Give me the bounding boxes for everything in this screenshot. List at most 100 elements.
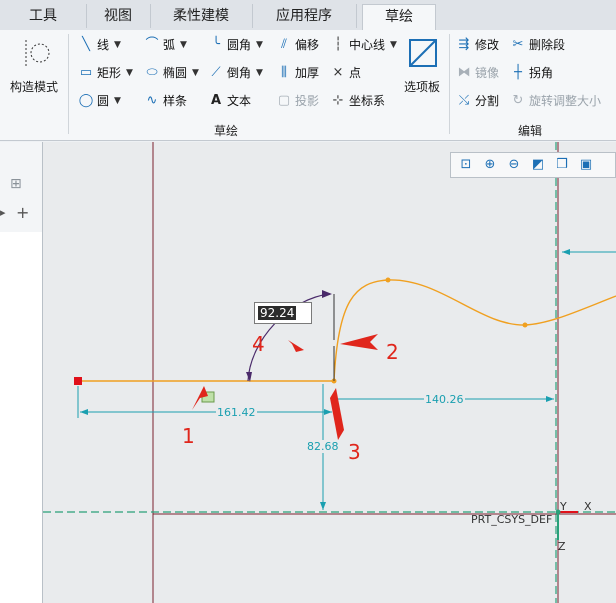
chamfer-icon: ⟋ xyxy=(211,65,221,80)
layer-tree-icon[interactable]: ⊞ xyxy=(10,176,22,192)
chevron-down-icon: ▼ xyxy=(114,96,121,106)
model-tree-list xyxy=(0,232,42,603)
ellipse-button[interactable]: ⬭ 椭圆 ▼ xyxy=(144,64,199,82)
annotation-arrow xyxy=(330,388,344,440)
zoom-out-icon[interactable]: ⊖ xyxy=(505,156,523,174)
spline-point[interactable] xyxy=(385,277,391,283)
tab-applications[interactable]: 应用程序 xyxy=(252,4,357,28)
chevron-down-icon: ▼ xyxy=(192,68,199,78)
construct-mode-button[interactable]: 构造模式 xyxy=(10,78,58,95)
circle-button[interactable]: ◯ 圆 ▼ xyxy=(78,92,121,110)
arrowhead xyxy=(324,409,332,415)
csys-x-label: X xyxy=(584,500,592,513)
project-button[interactable]: ▢ 投影 xyxy=(276,92,319,110)
offset-button[interactable]: ⫽ 偏移 xyxy=(276,36,319,54)
divide-icon: ⤯ xyxy=(458,93,470,108)
csys-y-label: Y xyxy=(560,500,567,513)
saved-orientations-icon[interactable]: ❒ xyxy=(553,156,571,174)
modify-icon: ⇶ xyxy=(458,37,470,52)
ellipse-icon: ⬭ xyxy=(146,65,158,80)
refit-icon[interactable]: ⊡ xyxy=(457,156,475,174)
dimension-label-horizontal-right[interactable]: 140.26 xyxy=(424,393,465,406)
add-icon[interactable]: + xyxy=(16,203,29,222)
circle-icon: ◯ xyxy=(78,93,94,108)
chevron-down-icon: ▼ xyxy=(126,68,133,78)
graphics-canvas[interactable] xyxy=(43,142,616,603)
annotation-arrow xyxy=(340,334,378,350)
fillet-button[interactable]: ╰ 圆角 ▼ xyxy=(208,36,263,54)
corner-button[interactable]: ┼ 拐角 xyxy=(510,64,553,82)
arc-button[interactable]: ⌒ 弧 ▼ xyxy=(144,36,187,54)
arrowhead xyxy=(80,409,88,415)
spline-icon: ∿ xyxy=(146,93,158,108)
divide-button[interactable]: ⤯ 分割 xyxy=(456,92,499,110)
centerline-icon: ┆ xyxy=(334,37,342,52)
tab-sketch[interactable]: 草绘 xyxy=(362,4,436,32)
ribbon-divider xyxy=(449,34,450,134)
arrowhead xyxy=(546,396,554,402)
fillet-icon: ╰ xyxy=(212,37,220,52)
line-icon: ╲ xyxy=(82,37,90,52)
endpoint-marker[interactable] xyxy=(74,377,82,385)
point-icon: × xyxy=(332,65,344,80)
line-button[interactable]: ╲ 线 ▼ xyxy=(78,36,121,54)
annotation-label-1: 1 xyxy=(182,424,195,448)
chamfer-button[interactable]: ⟋ 倒角 ▼ xyxy=(208,64,263,82)
rotate-resize-button[interactable]: ↻ 旋转调整大小 xyxy=(510,92,601,110)
csys-icon: ⊹ xyxy=(332,93,344,108)
offset-icon: ⫽ xyxy=(281,37,287,52)
annotation-label-4: 4 xyxy=(252,332,265,356)
ribbon-tab-bar: 工具 视图 柔性建模 应用程序 草绘 xyxy=(0,0,616,32)
rectangle-button[interactable]: ▭ 矩形 ▼ xyxy=(78,64,133,82)
ribbon-divider xyxy=(68,34,69,134)
tab-flexible-modeling[interactable]: 柔性建模 xyxy=(150,4,253,28)
chevron-down-icon: ▼ xyxy=(256,40,263,50)
point-button[interactable]: × 点 xyxy=(330,64,361,82)
tab-view[interactable]: 视图 xyxy=(86,4,151,28)
arrowhead xyxy=(320,502,326,510)
chevron-down-icon: ▼ xyxy=(180,40,187,50)
thicken-button[interactable]: ⫼ 加厚 xyxy=(276,64,319,82)
text-icon: A xyxy=(210,93,222,108)
annotation-label-2: 2 xyxy=(386,340,399,364)
spline-point[interactable] xyxy=(522,322,528,328)
sketch-spline[interactable] xyxy=(333,279,616,382)
arrowhead xyxy=(322,290,332,298)
annotation-label-3: 3 xyxy=(348,440,361,464)
modify-button[interactable]: ⇶ 修改 xyxy=(456,36,499,54)
palette-icon[interactable] xyxy=(406,36,442,72)
palette-button[interactable]: 选项板 xyxy=(404,78,440,95)
view-toolbar: ⊡ ⊕ ⊖ ◩ ❒ ▣ xyxy=(450,152,616,178)
corner-icon: ┼ xyxy=(514,65,522,80)
ribbon: 构造模式 ╲ 线 ▼ ▭ 矩形 ▼ ◯ 圆 ▼ ⌒ 弧 ▼ ⬭ 椭圆 ▼ ∿ 样条 ╰ 圆角 ▼ ⟋ 倒角 ▼… xyxy=(0,30,616,141)
csys-button[interactable]: ⊹ 坐标系 xyxy=(330,92,385,110)
csys-z-label: Z xyxy=(558,540,566,553)
expand-arrow-icon[interactable]: ▸ xyxy=(0,206,6,219)
repaint-icon[interactable]: ◩ xyxy=(529,156,547,174)
csys-name-label: PRT_CSYS_DEF xyxy=(471,513,553,526)
construct-mode-icon[interactable] xyxy=(18,36,58,70)
display-style-icon[interactable]: ▣ xyxy=(577,156,595,174)
dimension-label-horizontal-left[interactable]: 161.42 xyxy=(216,406,257,419)
chevron-down-icon: ▼ xyxy=(256,68,263,78)
chevron-down-icon: ▼ xyxy=(390,40,397,50)
centerline-button[interactable]: ┆ 中心线 ▼ xyxy=(330,36,397,54)
zoom-in-icon[interactable]: ⊕ xyxy=(481,156,499,174)
dimension-value-input[interactable]: 92.24 xyxy=(254,302,312,324)
delete-segment-icon: ✂ xyxy=(512,37,524,52)
edit-group-label: 编辑 xyxy=(518,124,543,138)
spline-button[interactable]: ∿ 样条 xyxy=(144,92,187,110)
delete-segment-button[interactable]: ✂ 删除段 xyxy=(510,36,565,54)
dimension-value-text[interactable]: 92.24 xyxy=(258,306,297,320)
arc-icon: ⌒ xyxy=(145,37,159,52)
dimension-label-vertical[interactable]: 82.68 xyxy=(306,440,340,453)
chevron-down-icon: ▼ xyxy=(114,40,121,50)
thicken-icon: ⫼ xyxy=(281,65,287,80)
annotation-arrow xyxy=(288,340,304,352)
tab-tools[interactable]: 工具 xyxy=(0,4,87,28)
mirror-icon: ⧓ xyxy=(457,65,471,80)
arrowhead xyxy=(562,249,570,255)
rectangle-icon: ▭ xyxy=(79,65,93,80)
text-button[interactable]: A 文本 xyxy=(208,92,251,110)
mirror-button[interactable]: ⧓ 镜像 xyxy=(456,64,500,82)
